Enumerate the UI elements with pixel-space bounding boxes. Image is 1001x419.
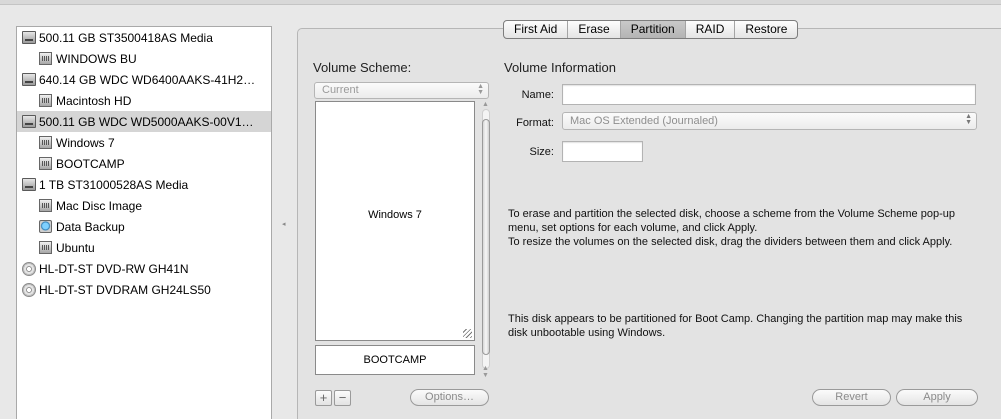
optical-disc-icon xyxy=(22,282,36,297)
scrollbar-thumb[interactable] xyxy=(482,119,490,355)
sidebar-item-volume-ubuntu[interactable]: Ubuntu xyxy=(17,237,271,258)
sidebar-item-optical-gh41n[interactable]: HL-DT-ST DVD-RW GH41N xyxy=(17,258,271,279)
remove-partition-button[interactable]: − xyxy=(334,390,351,406)
bootcamp-warning-text: This disk appears to be partitioned for … xyxy=(508,313,963,339)
volume-icon xyxy=(39,199,52,212)
volume-icon xyxy=(39,241,52,254)
sidebar-item-volume-bootcamp[interactable]: BOOTCAMP xyxy=(17,153,271,174)
partition-label: BOOTCAMP xyxy=(363,354,427,366)
optical-disc-icon xyxy=(22,261,36,276)
tab-erase[interactable]: Erase xyxy=(568,21,621,38)
tab-first-aid[interactable]: First Aid xyxy=(504,21,569,38)
sidebar-item-label: 500.11 GB WDC WD5000AAKS-00V1… xyxy=(39,114,254,129)
sidebar-item-label: 500.11 GB ST3500418AS Media xyxy=(39,30,213,45)
hard-drive-icon xyxy=(22,115,36,128)
sidebar-item-volume-windows-7[interactable]: Windows 7 xyxy=(17,132,271,153)
sidebar-item-optical-gh24ls50[interactable]: HL-DT-ST DVDRAM GH24LS50 xyxy=(17,279,271,300)
scroll-down-arrow-icon[interactable]: ▲ ▼ xyxy=(482,365,489,379)
volume-icon xyxy=(39,136,52,149)
name-label: Name: xyxy=(521,89,554,101)
volume-scheme-title: Volume Scheme: xyxy=(313,60,412,75)
scroll-up-arrow-icon[interactable]: ▲ xyxy=(482,101,489,108)
volume-icon xyxy=(39,94,52,107)
hard-drive-icon xyxy=(22,31,36,44)
sidebar-item-label: Macintosh HD xyxy=(56,93,132,108)
format-label: Format: xyxy=(516,117,554,129)
format-select[interactable]: Mac OS Extended (Journaled) ▲ ▼ xyxy=(562,112,977,130)
volume-icon xyxy=(39,157,52,170)
sidebar-item-label: 640.14 GB WDC WD6400AAKS-41H2… xyxy=(39,72,256,87)
tab-partition[interactable]: Partition xyxy=(620,21,686,38)
tab-restore[interactable]: Restore xyxy=(735,21,797,38)
partition-block-windows-7[interactable]: Windows 7 xyxy=(315,101,475,341)
options-button[interactable]: Options… xyxy=(410,389,489,406)
hard-drive-icon xyxy=(22,178,36,191)
volume-scheme-select-value: Current xyxy=(322,84,359,96)
partition-map-scrollbar[interactable]: ▲ ▲ ▼ xyxy=(481,101,491,379)
partition-label: Windows 7 xyxy=(368,209,422,221)
sidebar-item-label: BOOTCAMP xyxy=(56,156,125,171)
add-partition-button[interactable]: + xyxy=(315,390,332,406)
apply-button[interactable]: Apply xyxy=(896,389,978,406)
sidebar-item-volume-macintosh-hd[interactable]: Macintosh HD xyxy=(17,90,271,111)
instructions-resize-text: To resize the volumes on the selected di… xyxy=(508,236,953,248)
volume-icon xyxy=(39,52,52,65)
volume-scheme-select[interactable]: Current ▲ ▼ xyxy=(314,82,489,99)
time-machine-volume-icon xyxy=(39,220,52,233)
sidebar-item-disk-st31000528as[interactable]: 1 TB ST31000528AS Media xyxy=(17,174,271,195)
disk-sidebar: 500.11 GB ST3500418AS Media WINDOWS BU 6… xyxy=(16,26,272,419)
format-select-value: Mac OS Extended (Journaled) xyxy=(570,115,718,127)
hard-drive-icon xyxy=(22,73,36,86)
revert-button[interactable]: Revert xyxy=(812,389,891,406)
sidebar-item-volume-data-backup[interactable]: Data Backup xyxy=(17,216,271,237)
window-top-strip xyxy=(0,0,1001,5)
sidebar-item-volume-windows-bu[interactable]: WINDOWS BU xyxy=(17,48,271,69)
partition-block-bootcamp[interactable]: BOOTCAMP xyxy=(315,345,475,375)
sidebar-item-label: Ubuntu xyxy=(56,240,95,255)
volume-information-title: Volume Information xyxy=(504,60,617,75)
split-view-divider-handle[interactable]: ◂ xyxy=(282,220,288,228)
instructions-erase-text: To erase and partition the selected disk… xyxy=(508,208,955,234)
sidebar-item-label: 1 TB ST31000528AS Media xyxy=(39,177,189,192)
sidebar-item-label: HL-DT-ST DVD-RW GH41N xyxy=(39,261,189,276)
size-label: Size: xyxy=(529,146,554,158)
name-field[interactable] xyxy=(562,84,976,105)
chevron-updown-icon: ▲ ▼ xyxy=(477,83,484,96)
size-field[interactable] xyxy=(562,141,643,162)
chevron-updown-icon: ▲ ▼ xyxy=(965,113,972,126)
sidebar-item-disk-wd5000aaks[interactable]: 500.11 GB WDC WD5000AAKS-00V1… xyxy=(17,111,271,132)
sidebar-item-label: Data Backup xyxy=(56,219,125,234)
sidebar-item-label: HL-DT-ST DVDRAM GH24LS50 xyxy=(39,282,211,297)
sidebar-item-label: Windows 7 xyxy=(56,135,115,150)
sidebar-item-disk-st3500418as[interactable]: 500.11 GB ST3500418AS Media xyxy=(17,27,271,48)
sidebar-item-disk-wd6400aaks[interactable]: 640.14 GB WDC WD6400AAKS-41H2… xyxy=(17,69,271,90)
tab-raid[interactable]: RAID xyxy=(686,21,736,38)
tab-bar: First Aid Erase Partition RAID Restore xyxy=(503,20,799,39)
sidebar-item-label: WINDOWS BU xyxy=(56,51,137,66)
sidebar-item-label: Mac Disc Image xyxy=(56,198,143,213)
resize-grip-icon[interactable] xyxy=(463,329,472,338)
sidebar-item-volume-mac-disc-image[interactable]: Mac Disc Image xyxy=(17,195,271,216)
